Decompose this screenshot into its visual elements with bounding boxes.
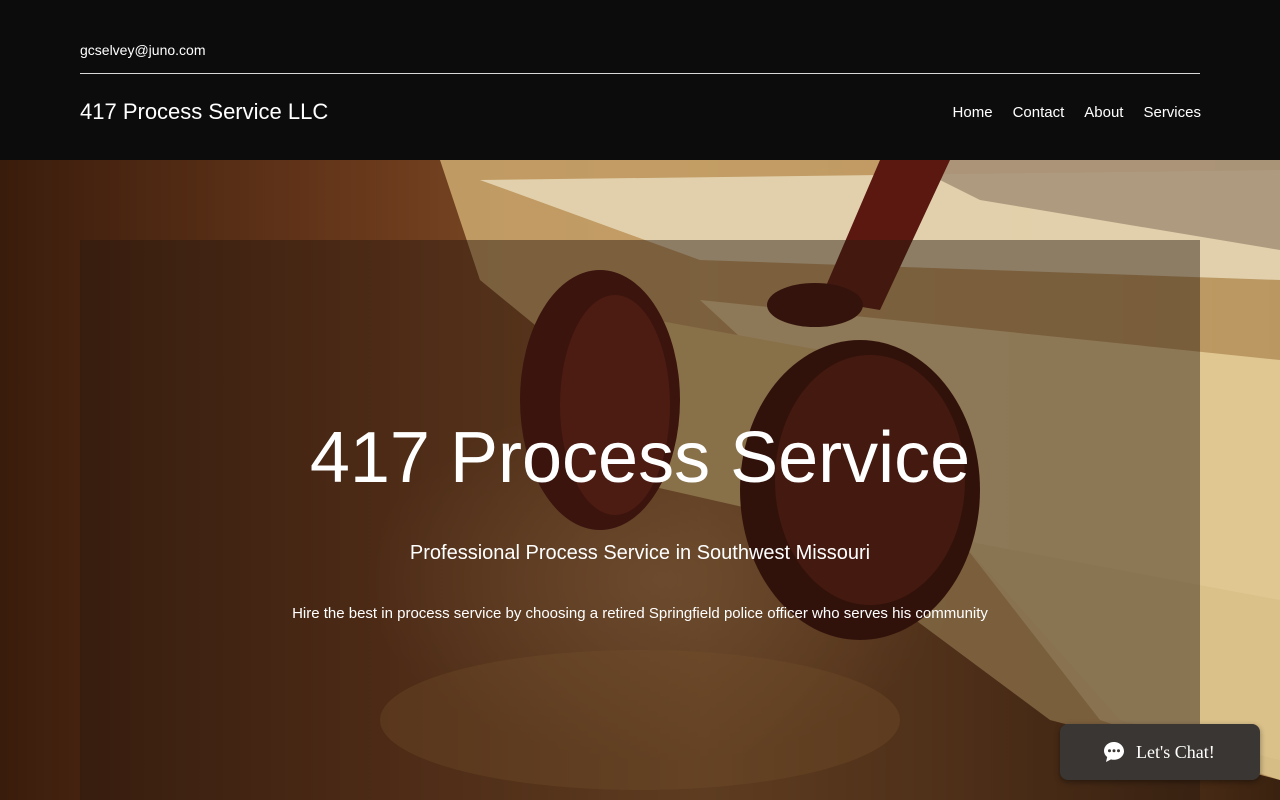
- nav-contact[interactable]: Contact: [1013, 104, 1065, 122]
- site-header: gcselvey@juno.com 417 Process Service LL…: [0, 0, 1280, 160]
- hero-section: 417 Process Service Professional Process…: [0, 160, 1280, 800]
- hero-subtitle: Professional Process Service in Southwes…: [409, 542, 871, 564]
- hero-overlay: [80, 240, 1200, 800]
- chat-bubble-icon: [1104, 742, 1124, 762]
- chat-widget-button[interactable]: Let's Chat!: [1060, 724, 1260, 780]
- site-title[interactable]: 417 Process Service LLC: [80, 98, 328, 126]
- nav-about[interactable]: About: [1084, 104, 1123, 122]
- hero-title: 417 Process Service: [309, 418, 971, 498]
- nav-home[interactable]: Home: [953, 104, 993, 122]
- main-nav: Home Contact About Services: [953, 104, 1201, 122]
- nav-services[interactable]: Services: [1143, 104, 1201, 122]
- chat-label: Let's Chat!: [1136, 742, 1215, 762]
- email-link[interactable]: gcselvey@juno.com: [80, 42, 206, 58]
- header-divider: [80, 73, 1200, 74]
- hero-description: Hire the best in process service by choo…: [292, 605, 988, 622]
